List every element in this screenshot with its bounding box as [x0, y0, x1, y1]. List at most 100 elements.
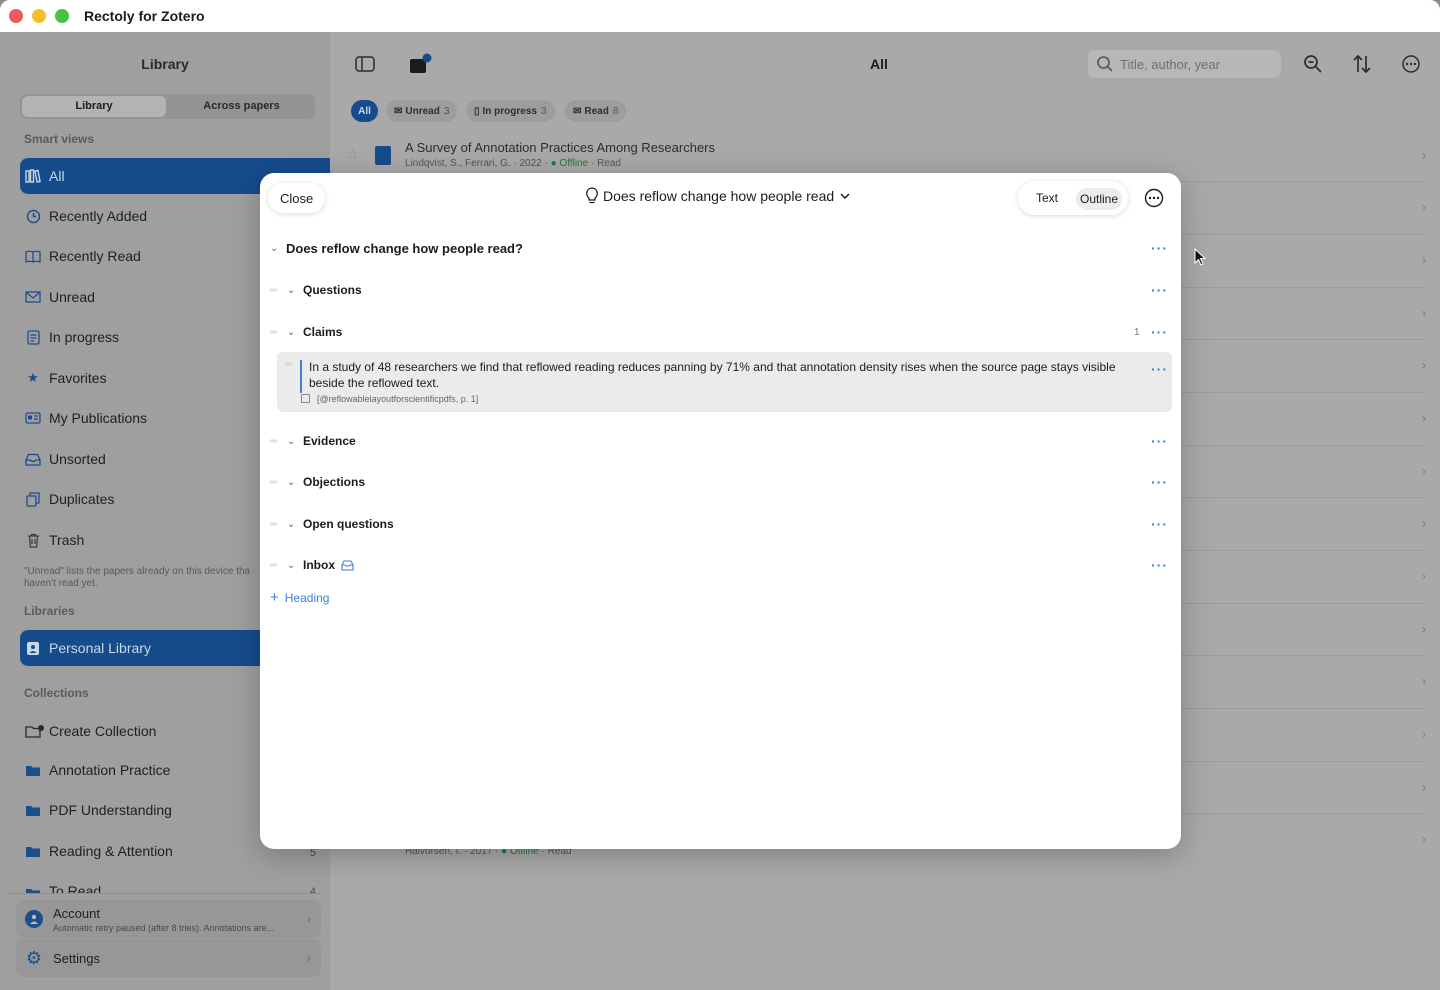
claim-citation[interactable]: [@reflowablelayoutforscientificpdfs, p. … — [317, 394, 478, 404]
outline-section-evidence[interactable]: ═ ⌄ Evidence ··· — [260, 426, 1181, 456]
sidebar-title: Library — [141, 56, 189, 72]
chevron-down-icon[interactable]: ⌄ — [287, 519, 297, 530]
settings-button[interactable]: ⚙ Settings › — [16, 939, 321, 977]
mouse-cursor-icon — [1194, 248, 1207, 266]
filter-read[interactable]: ✉ Read 8 — [565, 100, 627, 122]
more-dots-button[interactable]: ··· — [1151, 361, 1168, 377]
claim-text[interactable]: In a study of 48 researchers we find tha… — [309, 359, 1129, 391]
filter-unread[interactable]: ✉ Unread 3 — [386, 100, 458, 122]
outline-title-menu[interactable]: Does reflow change how people read — [585, 187, 851, 205]
sidebar-item-label: Recently Read — [49, 248, 141, 264]
section-label: Open questions — [303, 517, 394, 531]
outline-section-claims[interactable]: ═ ⌄ Claims 1 ··· — [260, 317, 1181, 347]
add-heading-label: Heading — [284, 590, 330, 605]
ellipsis-circle-icon — [1144, 188, 1164, 208]
close-window-button[interactable] — [9, 9, 23, 23]
person-library-icon — [24, 639, 42, 657]
folder-icon — [24, 842, 42, 860]
account-button[interactable]: Account Automatic retry paused (after 8 … — [16, 900, 321, 938]
sidebar-item-label: Recently Added — [49, 208, 148, 224]
chevron-down-icon[interactable]: ⌄ — [287, 436, 297, 447]
segment-across-papers[interactable]: Across papers — [170, 96, 313, 117]
account-icon — [25, 910, 43, 928]
add-heading-button[interactable]: + Heading — [270, 589, 329, 606]
sidebar-item-label: Unread — [49, 289, 95, 305]
outline-root-heading[interactable]: ⌄ Does reflow change how people read? ··… — [260, 233, 1181, 263]
filter-label: All — [358, 105, 371, 117]
chevron-down-icon — [840, 193, 850, 200]
more-dots-button[interactable]: ··· — [1151, 516, 1168, 532]
trash-icon — [24, 531, 42, 549]
settings-label: Settings — [53, 950, 100, 966]
libraries-label: Libraries — [24, 604, 75, 618]
drag-handle-icon[interactable]: ═ — [270, 519, 280, 530]
main-title: All — [870, 56, 888, 72]
drag-handle-icon[interactable]: ═ — [270, 436, 280, 447]
outline-section-questions[interactable]: ═ ⌄ Questions ··· — [260, 275, 1181, 305]
more-dots-button[interactable]: ··· — [1151, 324, 1168, 340]
outline-section-open-questions[interactable]: ═ ⌄ Open questions ··· — [260, 509, 1181, 539]
zoom-window-button[interactable] — [55, 9, 69, 23]
chevron-down-icon[interactable]: ⌄ — [270, 243, 280, 254]
outline-section-objections[interactable]: ═ ⌄ Objections ··· — [260, 467, 1181, 497]
more-dots-button[interactable]: ··· — [1151, 282, 1168, 298]
more-dots-button[interactable]: ··· — [1151, 557, 1168, 573]
chevron-right-icon: › — [1422, 832, 1426, 846]
magnifier-icon — [1304, 55, 1322, 73]
view-mode-toggle: Text Outline — [1018, 181, 1128, 215]
citation-icon — [301, 394, 310, 403]
inbox-tray-icon — [341, 558, 354, 576]
filter-in-progress[interactable]: ▯ In progress 3 — [466, 100, 555, 122]
title-bar: Rectoly for Zotero — [0, 0, 1440, 32]
outline-modal: Close Does reflow change how people read… — [260, 173, 1181, 849]
drag-handle-icon[interactable]: ═ — [270, 327, 280, 338]
search-input[interactable]: Title, author, year — [1120, 57, 1220, 72]
sort-button[interactable] — [1349, 51, 1375, 77]
stack-button[interactable] — [407, 51, 433, 77]
filter-all[interactable]: All — [351, 100, 378, 122]
search-field[interactable]: Title, author, year — [1088, 50, 1281, 78]
modal-more-button[interactable] — [1144, 188, 1164, 208]
more-options-button[interactable] — [1398, 51, 1424, 77]
chevron-right-icon: › — [1422, 200, 1426, 214]
more-dots-button[interactable]: ··· — [1151, 240, 1168, 256]
sidebar-item-label: PDF Understanding — [49, 802, 172, 818]
sidebar-item-label: In progress — [49, 329, 120, 345]
more-dots-button[interactable]: ··· — [1151, 433, 1168, 449]
star-icon: ★ — [27, 370, 39, 385]
chevron-right-icon: › — [1422, 622, 1426, 636]
segment-library[interactable]: Library — [22, 96, 166, 117]
chevron-right-icon: › — [1422, 358, 1426, 372]
chevron-down-icon[interactable]: ⌄ — [287, 285, 297, 296]
chevron-right-icon: › — [1422, 516, 1426, 530]
view-text-button[interactable]: Text — [1028, 188, 1066, 208]
section-label: Questions — [303, 283, 362, 297]
chevron-right-icon: › — [1422, 306, 1426, 320]
drag-handle-icon[interactable]: ═ — [270, 285, 280, 296]
sort-icon — [1353, 54, 1371, 74]
chevron-down-icon[interactable]: ⌄ — [287, 327, 297, 338]
sidebar-toggle-icon — [355, 56, 375, 72]
view-outline-button[interactable]: Outline — [1076, 188, 1122, 210]
chevron-right-icon: › — [1422, 253, 1426, 267]
account-subtitle: Automatic retry paused (after 8 tries). … — [53, 922, 275, 933]
chevron-down-icon[interactable]: ⌄ — [287, 477, 297, 488]
root-heading-label: Does reflow change how people read? — [286, 240, 523, 256]
drag-handle-icon[interactable]: ═ — [270, 560, 280, 571]
book-icon — [24, 247, 42, 265]
plus-icon: + — [270, 589, 279, 606]
zoom-search-button[interactable] — [1300, 51, 1326, 77]
sidebar-toggle-button[interactable] — [352, 51, 378, 77]
outline-section-inbox[interactable]: ═ ⌄ Inbox ··· — [260, 550, 1181, 580]
minimize-window-button[interactable] — [32, 9, 46, 23]
drag-handle-icon[interactable]: ═ — [285, 359, 292, 370]
section-label: Inbox — [303, 558, 335, 572]
claim-card[interactable]: ═ In a study of 48 researchers we find t… — [277, 352, 1172, 412]
close-button[interactable]: Close — [268, 183, 326, 213]
account-title: Account — [53, 905, 100, 921]
chevron-down-icon[interactable]: ⌄ — [287, 560, 297, 571]
more-dots-button[interactable]: ··· — [1151, 474, 1168, 490]
collection-to-read[interactable]: To Read 4 — [20, 878, 330, 894]
outline-title: Does reflow change how people read — [603, 188, 835, 204]
drag-handle-icon[interactable]: ═ — [270, 477, 280, 488]
